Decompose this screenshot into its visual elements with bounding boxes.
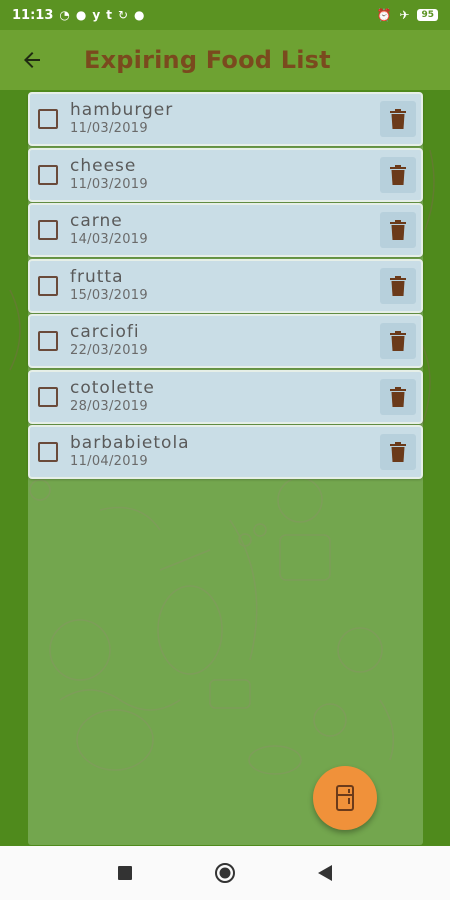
item-name: frutta (70, 266, 124, 287)
item-text: cheese 11/03/2019 (70, 156, 148, 194)
list-item: barbabietola 11/04/2019 (28, 425, 423, 479)
fridge-icon (336, 785, 354, 811)
trash-icon (390, 442, 406, 462)
item-name: cheese (70, 155, 137, 176)
clock-notification-icon: ◔ (59, 8, 70, 22)
item-date: 11/03/2019 (70, 176, 148, 192)
fridge-fab-button[interactable] (313, 766, 377, 830)
square-icon (118, 866, 132, 880)
item-checkbox[interactable] (38, 220, 58, 240)
delete-button[interactable] (380, 323, 416, 359)
item-date: 28/03/2019 (70, 398, 148, 414)
delete-button[interactable] (380, 267, 416, 304)
item-date: 11/03/2019 (70, 121, 148, 136)
item-date: 14/03/2019 (70, 232, 148, 247)
recents-button[interactable] (110, 858, 140, 888)
back-button[interactable] (0, 30, 64, 90)
delete-button[interactable] (380, 212, 416, 248)
item-checkbox[interactable] (38, 442, 58, 462)
dot-notification-icon: ● (75, 8, 87, 22)
trash-icon (390, 220, 406, 240)
delete-button[interactable] (380, 378, 416, 415)
airplane-icon: ✈ (399, 8, 410, 22)
item-name: barbabietola (70, 433, 190, 453)
app-bar: Expiring Food List (0, 30, 450, 90)
item-date: 15/03/2019 (70, 287, 148, 303)
item-text: hamburger 11/03/2019 (70, 100, 173, 138)
item-checkbox[interactable] (38, 275, 58, 296)
item-checkbox[interactable] (38, 164, 58, 185)
page-title: Expiring Food List (84, 46, 331, 74)
item-date: 22/03/2019 (70, 343, 148, 358)
status-left: 11:13 ◔ ● y t ↻ ● (12, 8, 144, 23)
home-button[interactable] (210, 858, 240, 888)
item-name: carne (70, 211, 123, 231)
alarm-icon: ⏰ (376, 8, 392, 22)
item-text: frutta 15/03/2019 (70, 267, 148, 305)
list-item: hamburger 11/03/2019 (28, 92, 423, 146)
list-item: carne 14/03/2019 (28, 203, 423, 257)
status-bar: 11:13 ◔ ● y t ↻ ● ⏰ ✈ 95 (0, 0, 450, 30)
circle-icon (215, 863, 235, 883)
list-item: cotolette 28/03/2019 (28, 369, 423, 424)
delete-button[interactable] (380, 156, 416, 193)
item-date: 11/04/2019 (70, 454, 148, 469)
tumblr-icon: t (106, 8, 112, 22)
item-checkbox[interactable] (38, 109, 58, 129)
delete-button[interactable] (380, 101, 416, 137)
list-item: cheese 11/03/2019 (28, 147, 423, 202)
item-checkbox[interactable] (38, 386, 58, 407)
item-checkbox[interactable] (38, 331, 58, 351)
trash-icon (390, 275, 406, 296)
item-text: cotolette 28/03/2019 (70, 378, 155, 416)
list-item: carciofi 22/03/2019 (28, 314, 423, 368)
item-name: carciofi (70, 322, 140, 342)
status-right: ⏰ ✈ 95 (376, 9, 438, 21)
trash-icon (390, 109, 406, 129)
item-text: carne 14/03/2019 (70, 211, 148, 249)
item-text: barbabietola 11/04/2019 (70, 433, 190, 471)
dot-notification-icon-2: ● (134, 8, 145, 22)
trash-icon (390, 331, 406, 351)
triangle-icon (318, 865, 332, 881)
item-text: carciofi 22/03/2019 (70, 322, 148, 360)
trash-icon (390, 164, 406, 185)
item-name: hamburger (70, 100, 174, 120)
list-item: frutta 15/03/2019 (28, 258, 423, 313)
arrow-back-icon (24, 52, 40, 68)
battery-indicator: 95 (417, 9, 438, 21)
trash-icon (390, 386, 406, 407)
sync-icon: ↻ (117, 8, 128, 22)
system-nav-bar (0, 846, 450, 900)
delete-button[interactable] (380, 434, 416, 470)
status-time: 11:13 (12, 7, 54, 23)
food-list: hamburger 11/03/2019 cheese 11/03/2019 c… (28, 92, 423, 481)
nav-back-button[interactable] (310, 858, 340, 888)
item-name: cotolette (70, 377, 155, 398)
twitter-icon: y (92, 8, 101, 22)
